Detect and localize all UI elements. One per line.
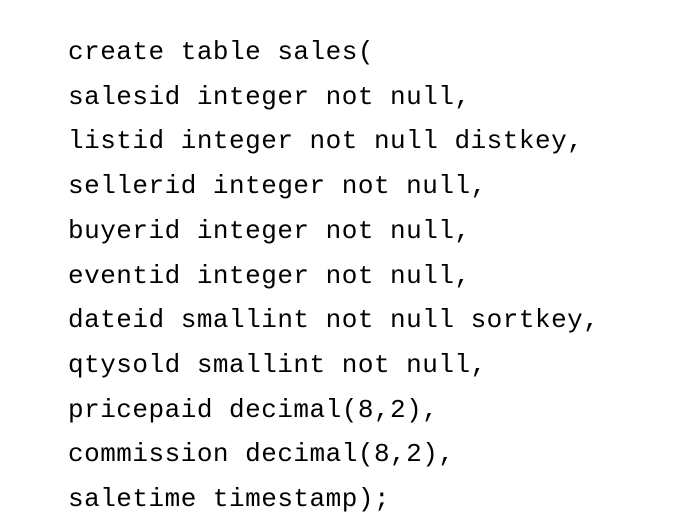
code-line: salesid integer not null,: [68, 75, 700, 120]
code-line: create table sales(: [68, 30, 700, 75]
code-line: dateid smallint not null sortkey,: [68, 298, 700, 343]
code-line: buyerid integer not null,: [68, 209, 700, 254]
code-block: create table sales( salesid integer not …: [68, 30, 700, 522]
code-line: saletime timestamp);: [68, 477, 700, 522]
code-line: listid integer not null distkey,: [68, 119, 700, 164]
code-line: commission decimal(8,2),: [68, 432, 700, 477]
code-line: qtysold smallint not null,: [68, 343, 700, 388]
code-line: eventid integer not null,: [68, 254, 700, 299]
code-line: pricepaid decimal(8,2),: [68, 388, 700, 433]
code-line: sellerid integer not null,: [68, 164, 700, 209]
